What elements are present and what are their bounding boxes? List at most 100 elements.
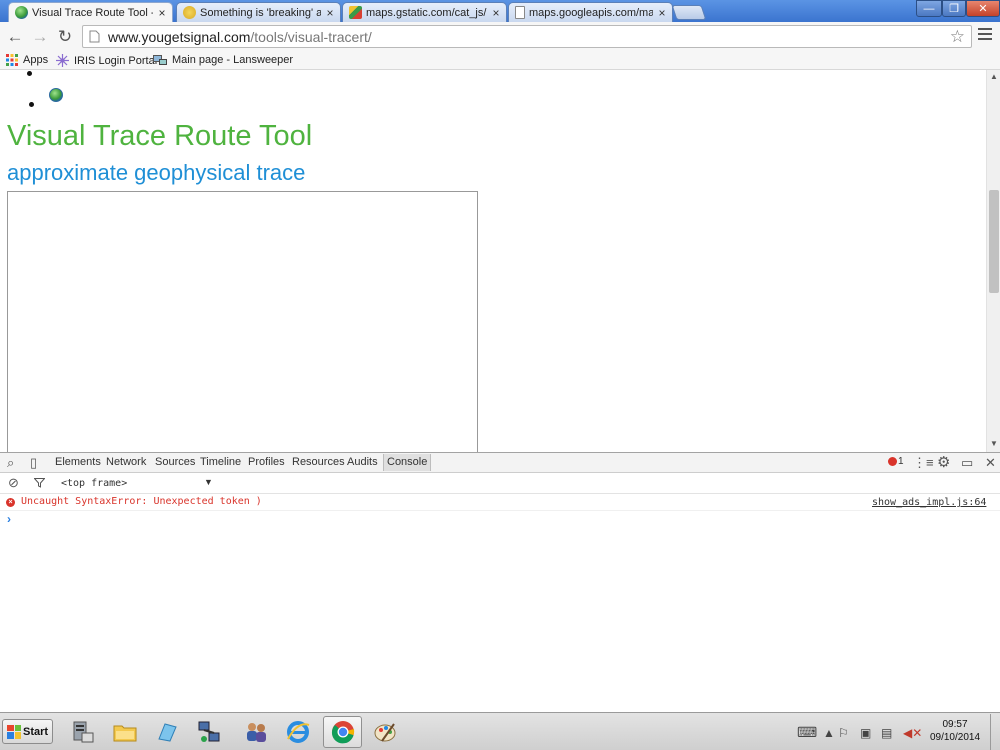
tab-profiles[interactable]: Profiles	[248, 456, 285, 468]
restore-button[interactable]: ❐	[942, 0, 966, 17]
apps-grid-icon	[6, 54, 18, 66]
tab-network[interactable]: Network	[106, 456, 146, 468]
tab-close-icon[interactable]: ×	[324, 6, 336, 20]
start-label: Start	[23, 725, 49, 738]
error-icon: ×	[6, 498, 15, 507]
internet-explorer-icon	[286, 721, 309, 743]
tab-audits[interactable]: Audits	[347, 456, 378, 468]
tab-elements[interactable]: Elements	[55, 456, 101, 468]
list-bullet	[29, 102, 34, 107]
new-tab-button[interactable]	[671, 5, 707, 20]
show-drawer-icon[interactable]: ⋮≡	[913, 455, 934, 471]
file-explorer-icon	[113, 725, 136, 742]
bookmark-apps[interactable]: Apps	[6, 54, 48, 66]
devtools-tab-bar: ⌕ ▯ Elements Network Sources Timeline Pr…	[0, 453, 1000, 473]
tab-label: Something is 'breaking' a wel	[200, 6, 321, 19]
globe-icon[interactable]	[49, 88, 63, 102]
device-mode-icon[interactable]: ▯	[30, 455, 37, 471]
show-desktop-button[interactable]	[990, 714, 1000, 750]
action-center-flag-icon[interactable]: ⚐	[838, 726, 849, 740]
devices-icon[interactable]: ▣	[860, 726, 871, 740]
url-path: /tools/visual-tracert/	[250, 28, 372, 45]
chrome-menu-icon[interactable]	[978, 28, 992, 43]
network-icon	[198, 721, 219, 742]
taskbar-app-active[interactable]	[323, 716, 362, 748]
scroll-up-icon[interactable]: ▲	[990, 72, 998, 81]
scroll-down-icon[interactable]: ▼	[990, 439, 998, 448]
console-toolbar: ⊘ <top frame> ▼	[0, 473, 1000, 494]
globe-favicon-icon	[15, 6, 28, 19]
taskbar-app[interactable]	[63, 716, 102, 748]
console-prompt[interactable]: ›	[7, 512, 11, 526]
taskbar-app[interactable]	[278, 716, 317, 748]
taskbar-app[interactable]	[189, 716, 228, 748]
scrollbar-thumb[interactable]	[989, 190, 999, 293]
tab-maps-googleapis[interactable]: maps.googleapis.com/maps/ ×	[508, 2, 673, 22]
taskbar-app[interactable]	[236, 716, 275, 748]
tab-console[interactable]: Console	[383, 454, 432, 471]
tab-timeline[interactable]: Timeline	[200, 456, 241, 468]
filter-funnel-icon[interactable]	[34, 478, 45, 488]
error-count[interactable]: 1	[898, 456, 904, 467]
back-button[interactable]: ←	[4, 26, 26, 48]
map-container[interactable]	[7, 191, 478, 453]
iris-icon	[56, 54, 69, 67]
inspect-search-icon[interactable]: ⌕	[7, 455, 14, 471]
page-favicon-icon	[515, 6, 525, 19]
keyboard-icon[interactable]: ⌨	[797, 724, 817, 741]
page-viewport: Visual Trace Route Tool approximate geop…	[0, 70, 1000, 453]
close-devtools-icon[interactable]: ✕	[985, 455, 996, 471]
tab-close-icon[interactable]: ×	[490, 6, 502, 20]
tab-maps-gstatic[interactable]: maps.gstatic.com/cat_js/map ×	[342, 2, 507, 22]
bookmark-star-icon[interactable]: ☆	[950, 27, 965, 47]
settings-gear-icon[interactable]: ⚙	[937, 453, 950, 471]
lansweeper-icon	[153, 55, 167, 65]
windows-logo-icon	[7, 724, 21, 739]
tab-something-breaking[interactable]: Something is 'breaking' a wel ×	[176, 2, 341, 22]
page-title: Visual Trace Route Tool	[7, 120, 313, 152]
dock-side-icon[interactable]: ▭	[961, 455, 973, 471]
warning-favicon-icon	[183, 6, 196, 19]
network-tray-icon[interactable]: ▤	[881, 726, 892, 740]
windows-taskbar: Start ⌨ ▲ ⚐ ▣ ▤ ◀✕ 09:57 09/10/2014	[0, 712, 1000, 750]
minimize-button[interactable]: —	[916, 0, 942, 17]
clear-console-icon[interactable]: ⊘	[8, 475, 19, 491]
chrome-icon	[331, 721, 354, 744]
tab-label: maps.gstatic.com/cat_js/map	[366, 6, 487, 19]
clock-time: 09:57	[942, 719, 968, 730]
close-window-button[interactable]: ✕	[966, 0, 1000, 17]
page-subtitle: approximate geophysical trace	[7, 160, 306, 185]
console-error-message: × Uncaught SyntaxError: Unexpected token…	[0, 494, 1000, 511]
taskbar-app[interactable]	[365, 716, 404, 748]
bookmark-iris-login-portal[interactable]: IRIS Login Portal	[56, 54, 157, 67]
bookmark-lansweeper[interactable]: Main page - Lansweeper	[153, 54, 293, 66]
forward-button[interactable]: →	[29, 26, 51, 48]
error-source-link[interactable]: show_ads_impl.js:64	[872, 497, 986, 508]
taskbar-app[interactable]	[105, 716, 144, 748]
error-count-icon	[888, 457, 897, 466]
error-text: Uncaught SyntaxError: Unexpected token )	[21, 496, 262, 507]
tab-visual-trace-route[interactable]: Visual Trace Route Tool - Fin ×	[8, 2, 173, 22]
arrow-left-icon: ←	[6, 27, 24, 46]
system-clock[interactable]: 09:57 09/10/2014	[925, 718, 985, 744]
start-button[interactable]: Start	[2, 719, 54, 744]
context-selector[interactable]: <top frame>	[61, 478, 127, 489]
dropdown-arrow-icon[interactable]: ▼	[204, 477, 213, 487]
tab-label: maps.googleapis.com/maps/	[529, 6, 653, 19]
show-hidden-icons-chevron-icon[interactable]: ▲	[823, 726, 835, 740]
users-icon	[246, 723, 266, 742]
reload-button[interactable]: ↻	[54, 26, 76, 48]
page-scrollbar[interactable]: ▲ ▼	[986, 70, 1000, 453]
tab-close-icon[interactable]: ×	[656, 6, 668, 20]
tab-sources[interactable]: Sources	[155, 456, 195, 468]
address-bar[interactable]: www.yougetsignal.com/tools/visual-tracer…	[82, 25, 972, 48]
server-manager-icon	[73, 721, 93, 743]
devtools-panel: ⌕ ▯ Elements Network Sources Timeline Pr…	[0, 452, 1000, 712]
arrow-right-icon: →	[31, 27, 49, 46]
taskbar-app[interactable]	[147, 716, 186, 748]
tab-close-icon[interactable]: ×	[156, 6, 168, 20]
clock-date: 09/10/2014	[929, 732, 981, 743]
browser-toolbar: ← → ↻ www.yougetsignal.com/tools/visual-…	[0, 22, 1000, 52]
tab-resources[interactable]: Resources	[292, 456, 345, 468]
volume-muted-icon[interactable]: ◀✕	[903, 726, 922, 740]
